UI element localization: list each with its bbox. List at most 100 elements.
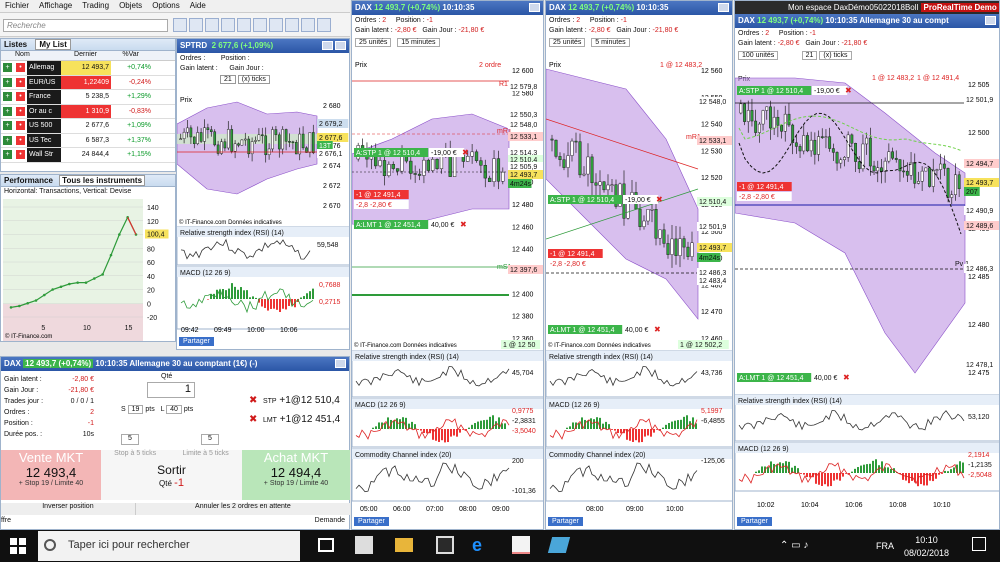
toolbar-icon[interactable]: [189, 18, 203, 32]
stop-ticks-button[interactable]: Stop à 5 ticks: [114, 450, 156, 457]
toolbar-icon[interactable]: [173, 18, 187, 32]
share-button[interactable]: Partager: [354, 517, 389, 526]
menu-affichage[interactable]: Affichage: [34, 0, 77, 11]
list-item[interactable]: + • US Tec 6 587,3 +1,37%: [1, 133, 175, 148]
share-button[interactable]: Partager: [179, 337, 214, 346]
close-icon[interactable]: [985, 16, 996, 25]
list-item[interactable]: + • Allemag 12 493,7 +0,74%: [1, 61, 175, 76]
price-level-tag: 12 501,9: [699, 224, 726, 231]
list-item[interactable]: + • US 500 2 677,6 +1,09%: [1, 119, 175, 134]
trade-icon[interactable]: •: [16, 135, 25, 145]
toolbar-icon[interactable]: [205, 18, 219, 32]
price-level-tag: 12 550,3: [510, 112, 537, 119]
trade-icon[interactable]: •: [16, 121, 25, 131]
toolbar-icon[interactable]: [253, 18, 267, 32]
candle: [311, 132, 315, 154]
qty-input[interactable]: 1: [147, 382, 195, 398]
list-dropdown[interactable]: My List: [35, 39, 71, 50]
timeframe-dropdown[interactable]: 5 minutes: [591, 38, 630, 47]
price-ytick: 12 440: [512, 247, 534, 254]
ticks-input[interactable]: 21: [220, 75, 236, 84]
menu-objets[interactable]: Objets: [114, 0, 147, 11]
stop-points-input[interactable]: 19: [127, 405, 144, 414]
trade-icon[interactable]: •: [16, 150, 25, 160]
toolbar-icon[interactable]: [237, 18, 251, 32]
toolbar-icon[interactable]: [317, 18, 331, 32]
limit-ticks-button[interactable]: Limite à 5 ticks: [183, 450, 229, 457]
instrument-price: 2 677,6: [61, 119, 111, 133]
trade-icon[interactable]: •: [16, 92, 25, 102]
plus-icon[interactable]: +: [3, 77, 12, 87]
plus-icon[interactable]: +: [3, 135, 12, 145]
menu-aide[interactable]: Aide: [185, 0, 211, 11]
edge-icon[interactable]: e: [472, 535, 492, 555]
ticket-footer: ffre Demande: [1, 517, 345, 524]
col-price[interactable]: Dernier: [49, 51, 97, 60]
close-icon[interactable]: ✖: [249, 414, 257, 425]
maximize-icon[interactable]: [322, 41, 333, 50]
invert-position-button[interactable]: Inverser position: [1, 503, 136, 515]
menu-trading[interactable]: Trading: [77, 0, 114, 11]
toolbar-icon[interactable]: [269, 18, 283, 32]
task-view-icon[interactable]: [318, 538, 334, 552]
plus-icon[interactable]: +: [3, 63, 12, 73]
dax1-header: DAX 12 493,7 (+0,74%) 10:10:35: [352, 1, 543, 15]
clock[interactable]: 10:10 08/02/2018: [904, 534, 949, 560]
share-button[interactable]: Partager: [737, 517, 772, 526]
candle: [582, 173, 586, 176]
ticks-unit-dropdown[interactable]: (x) ticks: [237, 75, 270, 84]
timeframe-dropdown[interactable]: 15 minutes: [397, 38, 440, 47]
trade-icon[interactable]: •: [16, 77, 25, 87]
exit-button[interactable]: Sortir: [101, 463, 242, 477]
plus-icon[interactable]: +: [3, 106, 12, 116]
menu-fichier[interactable]: Fichier: [0, 0, 34, 11]
close-icon[interactable]: ✖: [249, 395, 257, 406]
cancel-orders-button[interactable]: Annuler les 2 ordres en attente: [136, 503, 350, 515]
toolbar-icon[interactable]: [285, 18, 299, 32]
units-dropdown[interactable]: 25 unités: [549, 38, 586, 47]
ticks-input[interactable]: 21: [801, 51, 818, 60]
plus-icon[interactable]: +: [3, 121, 12, 131]
list-item[interactable]: + • EUR/US 1,22409 -0,24%: [1, 75, 175, 90]
trade-icon[interactable]: •: [16, 63, 25, 73]
toolbar-icon[interactable]: [221, 18, 235, 32]
close-icon[interactable]: [335, 359, 346, 368]
performance-dropdown[interactable]: Tous les instruments: [59, 175, 146, 186]
list-item[interactable]: + • Wall Str 24 844,4 +1,15%: [1, 148, 175, 163]
close-icon[interactable]: [529, 3, 540, 12]
search-input[interactable]: Recherche: [3, 19, 168, 32]
close-icon[interactable]: [718, 3, 729, 12]
limit-stepper[interactable]: 5: [201, 434, 219, 445]
menu-options[interactable]: Options: [147, 0, 185, 11]
ticks-unit-dropdown[interactable]: (x) ticks: [819, 51, 852, 60]
list-item[interactable]: + • Or au c 1 310,9 -0,83%: [1, 104, 175, 119]
mail-icon[interactable]: [436, 536, 454, 554]
sell-market-button[interactable]: Vente MKT 12 493,4 + Stop 19 / Limite 40: [1, 450, 101, 500]
time-xtick: 10:02: [757, 502, 775, 509]
stop-stepper[interactable]: 5: [121, 434, 139, 445]
plus-icon[interactable]: +: [3, 150, 12, 160]
share-button[interactable]: Partager: [548, 517, 583, 526]
java-icon[interactable]: [512, 536, 530, 554]
plus-icon[interactable]: +: [3, 92, 12, 102]
tray-icons[interactable]: ⌃ ▭ ♪: [780, 540, 808, 551]
folder-icon[interactable]: [395, 538, 413, 552]
windows-start-icon[interactable]: [10, 538, 26, 554]
notification-icon[interactable]: [972, 537, 986, 551]
col-change[interactable]: %Var: [97, 51, 139, 60]
perf-point: [9, 306, 13, 309]
buy-market-button[interactable]: Achat MKT 12 494,4 + Stop 19 / Limite 40: [242, 450, 350, 500]
taskbar-search[interactable]: Taper ici pour rechercher: [38, 531, 300, 561]
list-item[interactable]: + • France 5 238,5 +1,29%: [1, 90, 175, 105]
units-dropdown[interactable]: 25 unités: [355, 38, 392, 47]
limit-points-input[interactable]: 40: [166, 405, 182, 414]
store-icon[interactable]: [355, 536, 373, 554]
language-indicator[interactable]: FRA: [876, 541, 894, 551]
macd-bar: [782, 463, 784, 473]
macd-bar: [309, 291, 311, 299]
toolbar-icon[interactable]: [301, 18, 315, 32]
col-name[interactable]: Nom: [1, 51, 49, 60]
units-dropdown[interactable]: 100 unités: [738, 51, 779, 60]
close-icon[interactable]: [335, 41, 346, 50]
trade-icon[interactable]: •: [16, 106, 25, 116]
